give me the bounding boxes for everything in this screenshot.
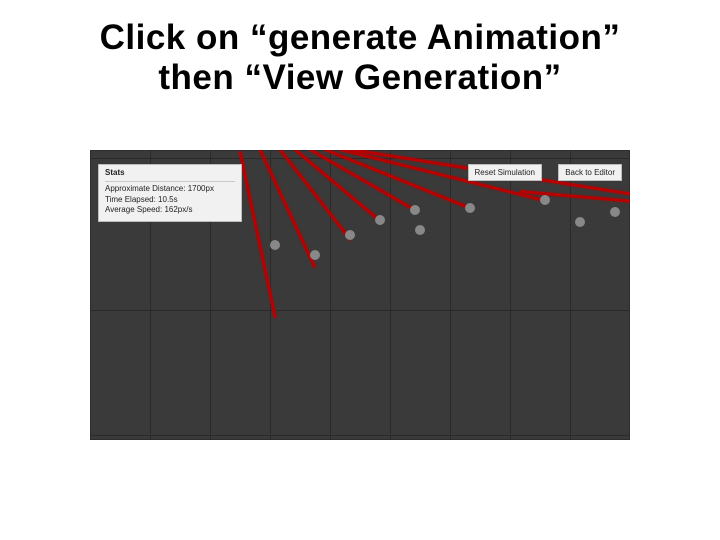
node-dot (375, 215, 385, 225)
node-dot (540, 195, 550, 205)
node-dot (310, 250, 320, 260)
title-line-1: Click on “generate Animation” (100, 18, 621, 57)
node-dot (345, 230, 355, 240)
slide: Click on “generate Animation” then “View… (0, 0, 720, 540)
simulation-screenshot: Stats Approximate Distance: 1700px Time … (90, 150, 630, 440)
node-dot (575, 217, 585, 227)
node-dot (465, 203, 475, 213)
title-line-2: then “View Generation” (158, 58, 561, 97)
stats-distance: Approximate Distance: 1700px (105, 184, 235, 195)
node-dot (610, 207, 620, 217)
grid-line (90, 158, 630, 159)
slide-title: Click on “generate Animation” then “View… (40, 18, 680, 99)
stats-panel: Stats Approximate Distance: 1700px Time … (98, 164, 242, 222)
reset-simulation-button[interactable]: Reset Simulation (468, 164, 542, 181)
node-dot (270, 240, 280, 250)
path-segment (259, 150, 317, 268)
node-dot (415, 225, 425, 235)
stats-time: Time Elapsed: 10.5s (105, 195, 235, 206)
grid-line (330, 150, 331, 440)
stats-speed: Average Speed: 162px/s (105, 205, 235, 216)
back-to-editor-button[interactable]: Back to Editor (558, 164, 622, 181)
stats-header: Stats (105, 168, 235, 182)
grid-line (90, 310, 630, 311)
grid-line (450, 150, 451, 440)
node-dot (410, 205, 420, 215)
grid-line (90, 435, 630, 436)
